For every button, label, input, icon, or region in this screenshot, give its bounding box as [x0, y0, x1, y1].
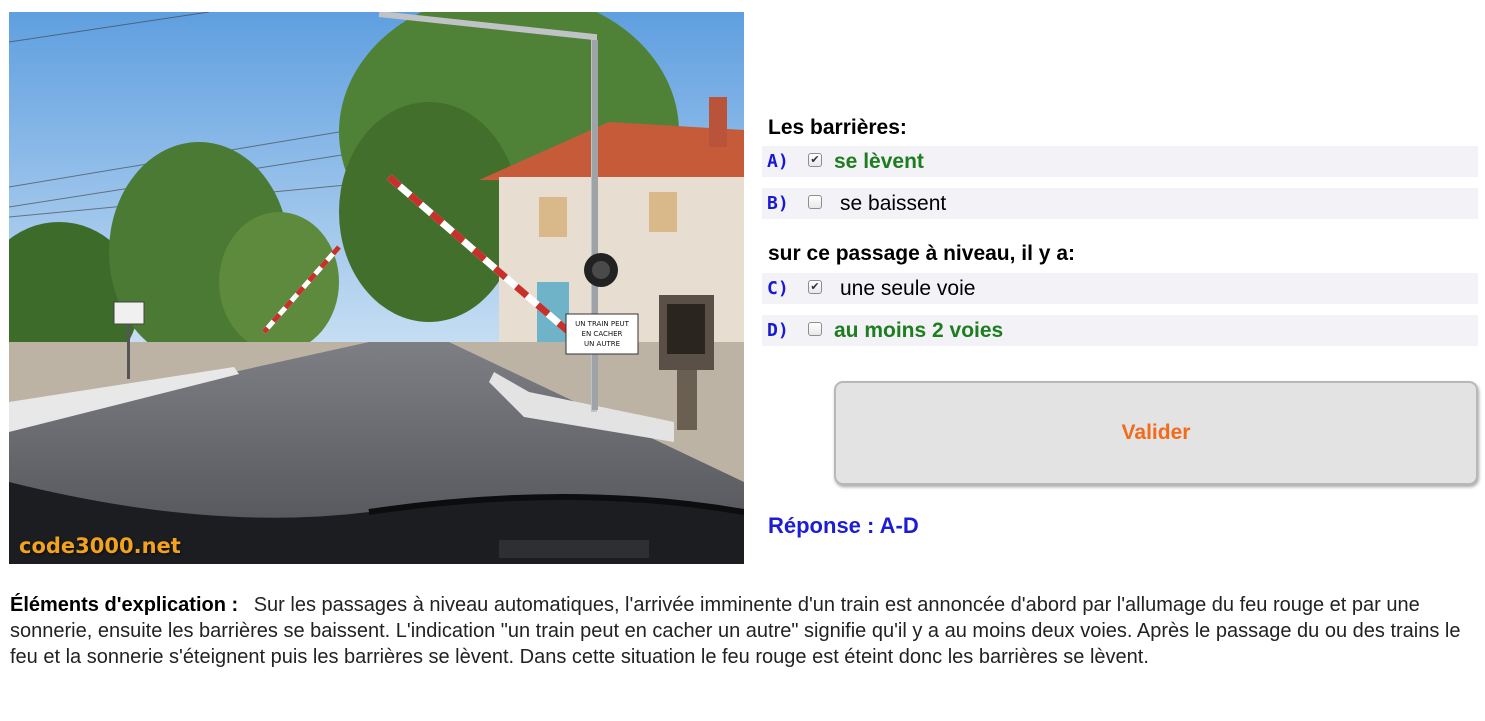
answer-letter: C) [767, 278, 789, 299]
watermark-logo: code3000.net [19, 534, 181, 558]
answer-label: se baissent [840, 191, 947, 215]
answer-letter: B) [767, 193, 789, 214]
answer-label: une seule voie [840, 276, 976, 300]
answer-letter: A) [767, 151, 789, 172]
answer-result: Réponse : A-D [768, 513, 919, 538]
answer-label: au moins 2 voies [834, 318, 1004, 342]
svg-text:EN CACHER: EN CACHER [582, 330, 623, 338]
explanation-heading: Éléments d'explication : [10, 594, 239, 616]
answer-label: se lèvent [834, 149, 924, 173]
answer-row-b[interactable]: B) se baissent [762, 188, 1478, 219]
railway-crossing-scene: UN TRAIN PEUT EN CACHER UN AUTRE [9, 12, 744, 564]
answer-letter: D) [767, 320, 789, 341]
answer-row-d[interactable]: D) au moins 2 voies [762, 315, 1478, 346]
explanation: Éléments d'explication : Sur les passage… [10, 592, 1478, 670]
answer-row-c[interactable]: C) ✔ une seule voie [762, 273, 1478, 304]
question-photo: UN TRAIN PEUT EN CACHER UN AUTRE code300… [9, 12, 744, 564]
answer-b-checkbox[interactable] [808, 194, 822, 209]
answer-d-checkbox[interactable] [808, 321, 822, 336]
question-2-title: sur ce passage à niveau, il y a: [768, 242, 1075, 265]
answer-c-checkbox-checked[interactable]: ✔ [808, 279, 822, 294]
question-1-title: Les barrières: [768, 116, 907, 139]
sign-text: UN TRAIN PEUT [575, 320, 630, 328]
answer-row-a[interactable]: A) ✔ se lèvent [762, 146, 1478, 177]
svg-text:UN AUTRE: UN AUTRE [584, 340, 620, 348]
answer-a-checkbox-checked[interactable]: ✔ [808, 152, 822, 167]
validate-button[interactable]: Valider [834, 381, 1478, 485]
